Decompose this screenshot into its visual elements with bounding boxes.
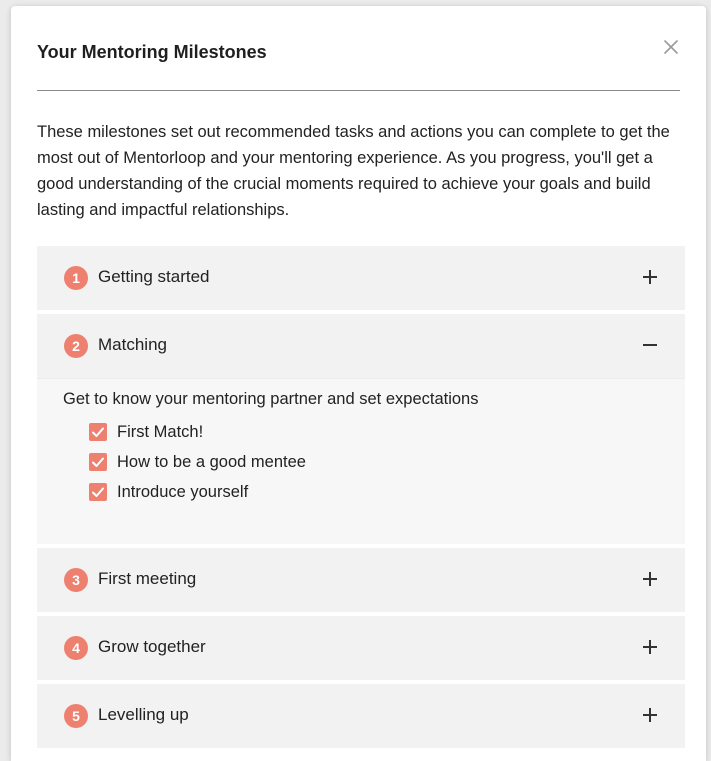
milestones-accordion: 1 Getting started 2 Matching Get to know…	[37, 246, 685, 752]
milestone-label: Getting started	[98, 267, 210, 286]
milestone-matching: 2 Matching Get to know your mentoring pa…	[37, 314, 685, 544]
minus-icon[interactable]	[641, 336, 659, 354]
expand-toggle[interactable]	[641, 638, 659, 656]
checkbox-checked[interactable]	[89, 423, 107, 441]
expand-toggle[interactable]	[641, 706, 659, 724]
task-item[interactable]: Introduce yourself	[63, 480, 685, 510]
milestone-header[interactable]: 5 Levelling up	[37, 684, 685, 748]
milestone-header[interactable]: 1 Getting started	[37, 246, 685, 310]
checkbox-checked[interactable]	[89, 453, 107, 471]
milestone-body: Get to know your mentoring partner and s…	[37, 378, 685, 544]
plus-icon[interactable]	[641, 570, 659, 588]
checkbox-checked[interactable]	[89, 483, 107, 501]
task-item[interactable]: First Match!	[63, 420, 685, 450]
plus-icon[interactable]	[641, 268, 659, 286]
modal-header: Your Mentoring Milestones	[37, 6, 680, 91]
milestone-grow-together: 4 Grow together	[37, 616, 685, 680]
checkmark-icon	[92, 427, 104, 437]
milestone-label: First meeting	[98, 569, 197, 588]
intro-text: These milestones set out recommended tas…	[37, 123, 670, 219]
checkmark-icon	[92, 457, 104, 467]
milestone-number-badge: 2	[64, 334, 88, 358]
task-label: Introduce yourself	[117, 483, 249, 501]
milestones-modal: Your Mentoring Milestones These mileston…	[11, 6, 706, 761]
milestone-getting-started: 1 Getting started	[37, 246, 685, 310]
milestone-header[interactable]: 2 Matching	[37, 314, 685, 378]
milestone-label: Matching	[98, 335, 167, 354]
milestone-description: Get to know your mentoring partner and s…	[63, 390, 479, 408]
task-label: How to be a good mentee	[117, 453, 306, 471]
milestone-label: Grow together	[98, 637, 206, 656]
modal-title: Your Mentoring Milestones	[37, 42, 267, 62]
expand-toggle[interactable]	[641, 268, 659, 286]
plus-icon[interactable]	[641, 706, 659, 724]
milestone-header[interactable]: 4 Grow together	[37, 616, 685, 680]
milestone-number-badge: 5	[64, 704, 88, 728]
close-button[interactable]	[662, 38, 680, 56]
plus-icon[interactable]	[641, 638, 659, 656]
milestone-number-badge: 3	[64, 568, 88, 592]
milestone-levelling-up: 5 Levelling up	[37, 684, 685, 748]
milestone-header[interactable]: 3 First meeting	[37, 548, 685, 612]
task-item[interactable]: How to be a good mentee	[63, 450, 685, 480]
collapse-toggle[interactable]	[641, 336, 659, 354]
milestone-number-badge: 4	[64, 636, 88, 660]
checkmark-icon	[92, 487, 104, 497]
close-icon[interactable]	[662, 38, 680, 56]
milestone-first-meeting: 3 First meeting	[37, 548, 685, 612]
milestone-label: Levelling up	[98, 705, 189, 724]
task-label: First Match!	[117, 423, 204, 441]
milestone-number-badge: 1	[64, 266, 88, 290]
expand-toggle[interactable]	[641, 570, 659, 588]
